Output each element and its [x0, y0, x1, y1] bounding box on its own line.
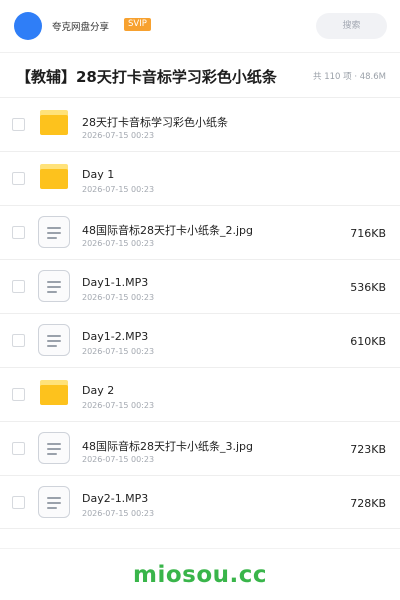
folder-title-row: 【教辅】28天打卡音标学习彩色小纸条 共 110 项 · 48.6M — [0, 53, 400, 97]
select-checkbox[interactable] — [12, 172, 25, 185]
file-name[interactable]: Day1-2.MP3 — [82, 330, 148, 343]
file-row[interactable]: Day2-1.MP3 2026-07-15 00:23 728KB — [0, 475, 400, 529]
footer-divider — [0, 548, 400, 549]
file-list: 28天打卡音标学习彩色小纸条 2026-07-15 00:23 Day 1 2026-… — [0, 97, 400, 529]
file-row[interactable]: Day1-2.MP3 2026-07-15 00:23 610KB — [0, 313, 400, 367]
document-icon — [38, 486, 70, 518]
file-date: 2026-07-15 00:23 — [82, 131, 155, 140]
search-button[interactable]: 搜索 — [316, 13, 387, 39]
file-date: 2026-07-15 00:23 — [82, 401, 155, 410]
folder-meta: 共 110 项 · 48.6M — [313, 72, 386, 82]
file-date: 2026-07-15 00:23 — [82, 293, 155, 302]
file-size: 610KB — [350, 335, 386, 348]
folder-icon — [40, 110, 68, 135]
avatar[interactable] — [14, 12, 42, 40]
page-title: 【教辅】28天打卡音标学习彩色小纸条 — [16, 68, 277, 86]
file-date: 2026-07-15 00:23 — [82, 239, 155, 248]
file-row[interactable]: 48国际音标28天打卡小纸条_3.jpg 2026-07-15 00:23 723K… — [0, 421, 400, 475]
share-owner-label: 夸克网盘分享 — [52, 22, 110, 33]
file-name[interactable]: 48国际音标28天打卡小纸条_2.jpg — [82, 222, 253, 238]
file-row[interactable]: 28天打卡音标学习彩色小纸条 2026-07-15 00:23 — [0, 97, 400, 151]
folder-icon — [40, 380, 68, 405]
select-checkbox[interactable] — [12, 118, 25, 131]
select-checkbox[interactable] — [12, 226, 25, 239]
file-size: 728KB — [350, 497, 386, 510]
file-date: 2026-07-15 00:23 — [82, 185, 155, 194]
select-checkbox[interactable] — [12, 442, 25, 455]
file-size: 716KB — [350, 227, 386, 240]
file-row[interactable]: Day 2 2026-07-15 00:23 — [0, 367, 400, 421]
folder-icon — [40, 164, 68, 189]
document-icon — [38, 270, 70, 302]
file-date: 2026-07-15 00:23 — [82, 455, 155, 464]
file-size: 536KB — [350, 281, 386, 294]
file-name[interactable]: 48国际音标28天打卡小纸条_3.jpg — [82, 438, 253, 454]
app-header: 夸克网盘分享 SVIP 搜索 — [0, 0, 400, 52]
file-name[interactable]: Day 2 — [82, 384, 114, 397]
document-icon — [38, 216, 70, 248]
file-name[interactable]: 28天打卡音标学习彩色小纸条 — [82, 114, 228, 130]
file-name[interactable]: Day2-1.MP3 — [82, 492, 148, 505]
select-checkbox[interactable] — [12, 388, 25, 401]
select-checkbox[interactable] — [12, 334, 25, 347]
select-checkbox[interactable] — [12, 280, 25, 293]
file-size: 723KB — [350, 443, 386, 456]
watermark: miosou.cc — [132, 562, 268, 588]
file-row[interactable]: Day 1 2026-07-15 00:23 — [0, 151, 400, 205]
file-row[interactable]: Day1-1.MP3 2026-07-15 00:23 536KB — [0, 259, 400, 313]
svip-badge: SVIP — [124, 18, 151, 31]
file-name[interactable]: Day 1 — [82, 168, 114, 181]
document-icon — [38, 324, 70, 356]
file-name[interactable]: Day1-1.MP3 — [82, 276, 148, 289]
select-checkbox[interactable] — [12, 496, 25, 509]
file-date: 2026-07-15 00:23 — [82, 347, 155, 356]
file-date: 2026-07-15 00:23 — [82, 509, 155, 518]
document-icon — [38, 432, 70, 464]
file-row[interactable]: 48国际音标28天打卡小纸条_2.jpg 2026-07-15 00:23 716K… — [0, 205, 400, 259]
